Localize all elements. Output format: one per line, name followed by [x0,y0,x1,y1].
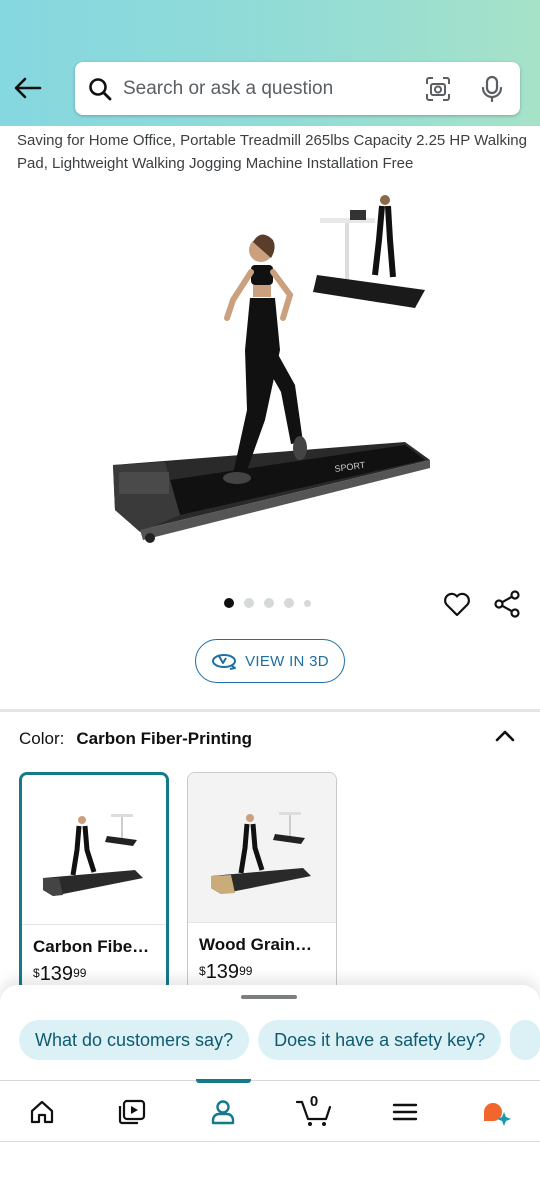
color-option-image [22,775,166,925]
share-icon [494,590,520,618]
section-divider [0,709,540,712]
color-option-name: Wood Grain… [199,935,313,954]
microphone-icon[interactable] [478,75,506,103]
carousel-dot[interactable] [284,598,294,608]
sheet-drag-handle[interactable] [241,995,297,999]
home-icon [30,1100,54,1124]
price-whole: 139 [205,961,240,983]
suggestion-chip-partial[interactable] [510,1020,540,1060]
treadmill: SPORT [113,442,430,543]
selected-color-value: Carbon Fiber-Printing [76,729,253,748]
chevron-up-icon [495,730,515,742]
share-button[interactable] [492,589,522,619]
color-selector-header[interactable]: Color: Carbon Fiber-Printing [19,729,252,749]
account-icon [211,1100,235,1125]
color-option-price: $ 139 99 [33,963,86,986]
suggestion-chip[interactable]: Does it have a safety key? [258,1020,502,1060]
price-whole: 139 [39,963,74,985]
inset-desk-image [313,195,425,308]
arrow-left-icon [14,77,42,99]
app-header: Search or ask a question [0,0,540,126]
search-icon [87,76,113,102]
color-option-carbon-fiber[interactable]: Carbon Fibe… $ 139 99 [19,772,169,992]
nav-cart[interactable]: 0 [284,1081,344,1143]
rufus-suggestion-sheet: What do customers say? Does it have a sa… [0,985,540,1081]
swatch-separator [22,924,166,925]
rufus-icon [484,1103,511,1126]
back-button[interactable] [10,70,46,106]
color-option-wood-grain[interactable]: Wood Grain… $ 139 99 [187,772,337,992]
menu-icon [392,1103,418,1121]
price-cents: 99 [73,966,87,980]
carousel-dot[interactable] [304,599,311,607]
color-option-image [188,773,336,923]
carousel-dot[interactable] [244,598,254,608]
carousel-indicator [224,598,311,608]
suggestion-chips: What do customers say? Does it have a sa… [19,1020,540,1060]
nav-account[interactable] [193,1081,253,1143]
nav-menu[interactable] [375,1081,435,1143]
carousel-dot[interactable] [264,598,274,608]
camera-scan-icon[interactable] [424,75,452,103]
rotate-3d-icon [212,654,237,670]
view-in-3d-button[interactable]: VIEW IN 3D [195,639,345,683]
search-bar[interactable]: Search or ask a question [75,62,520,115]
carousel-dot[interactable] [224,598,234,608]
color-option-name: Carbon Fibe… [33,937,150,956]
nav-video[interactable] [102,1081,162,1143]
collapse-button[interactable] [492,724,518,748]
video-icon [118,1099,146,1125]
heart-icon [444,592,470,617]
runner-figure [223,234,307,484]
swatch-separator [188,922,336,923]
product-title[interactable]: Saving for Home Office, Portable Treadmi… [17,129,529,175]
suggestion-chip[interactable]: What do customers say? [19,1020,250,1060]
cart-count: 0 [309,1093,319,1110]
nav-home[interactable] [12,1081,72,1143]
nav-rufus[interactable] [466,1081,526,1143]
price-currency: $ [33,966,40,980]
color-option-price: $ 139 99 [199,961,252,984]
color-label: Color: [19,729,65,748]
search-input[interactable]: Search or ask a question [123,78,424,100]
view-in-3d-label: VIEW IN 3D [245,652,329,670]
product-image[interactable]: SPORT [95,180,445,570]
wishlist-button[interactable] [442,589,472,619]
bottom-navigation: 0 [0,1079,540,1143]
price-cents: 99 [239,964,253,978]
price-currency: $ [199,964,206,978]
